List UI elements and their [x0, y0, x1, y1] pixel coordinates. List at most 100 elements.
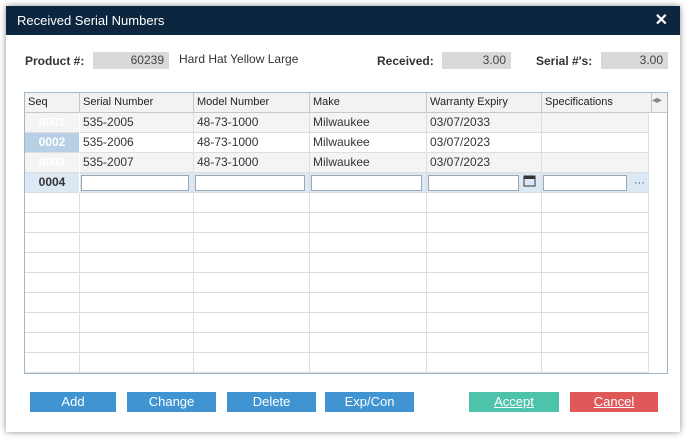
- empty-cell: [310, 333, 427, 353]
- new-warranty-cell: [427, 173, 542, 193]
- empty-cell: [80, 353, 194, 373]
- make-input[interactable]: [311, 175, 422, 191]
- empty-cell: [542, 193, 649, 213]
- empty-cell: [310, 233, 427, 253]
- empty-row: [25, 293, 649, 313]
- column-header-warranty-expiry[interactable]: Warranty Expiry: [427, 93, 542, 112]
- empty-cell: [25, 313, 80, 333]
- empty-row: [25, 353, 649, 373]
- column-resize-icon[interactable]: ◂▸: [652, 95, 662, 106]
- empty-row: [25, 273, 649, 293]
- warranty-expiry-cell[interactable]: 03/07/2023: [427, 133, 542, 153]
- empty-cell: [80, 273, 194, 293]
- serial-numbers-grid: Seq Serial Number Model Number Make Warr…: [24, 92, 668, 374]
- empty-cell: [427, 273, 542, 293]
- empty-cell: [427, 293, 542, 313]
- specifications-cell[interactable]: [542, 113, 649, 133]
- window-title: Received Serial Numbers: [17, 13, 165, 28]
- calendar-icon[interactable]: [523, 174, 536, 192]
- received-label: Received:: [377, 54, 434, 68]
- column-header-make[interactable]: Make: [310, 93, 427, 112]
- empty-cell: [194, 213, 310, 233]
- empty-cell: [542, 213, 649, 233]
- model-number-input[interactable]: [195, 175, 305, 191]
- make-cell[interactable]: Milwaukee: [310, 133, 427, 153]
- add-button[interactable]: Add: [30, 392, 116, 412]
- empty-row: [25, 193, 649, 213]
- new-make-cell: [310, 173, 427, 193]
- empty-cell: [25, 253, 80, 273]
- product-number-field: 60239: [93, 52, 169, 69]
- empty-cell: [194, 193, 310, 213]
- column-header-model-number[interactable]: Model Number: [194, 93, 310, 112]
- serials-label: Serial #'s:: [536, 54, 593, 68]
- empty-cell: [310, 193, 427, 213]
- warranty-expiry-cell[interactable]: 03/07/2023: [427, 153, 542, 173]
- empty-cell: [80, 233, 194, 253]
- empty-cell: [25, 333, 80, 353]
- table-row[interactable]: 0001 535-2005 48-73-1000 Milwaukee 03/07…: [25, 113, 649, 133]
- column-header-seq[interactable]: Seq: [25, 93, 80, 112]
- warranty-expiry-cell[interactable]: 03/07/2033: [427, 113, 542, 133]
- empty-cell: [427, 353, 542, 373]
- serials-count-field: 3.00: [601, 52, 668, 69]
- serial-number-cell[interactable]: 535-2007: [80, 153, 194, 173]
- empty-cell: [194, 273, 310, 293]
- empty-cell: [194, 293, 310, 313]
- empty-cell: [542, 333, 649, 353]
- grid-header: Seq Serial Number Model Number Make Warr…: [25, 93, 667, 113]
- empty-cell: [310, 293, 427, 313]
- empty-cell: [194, 313, 310, 333]
- empty-cell: [310, 353, 427, 373]
- empty-cell: [310, 273, 427, 293]
- empty-cell: [80, 333, 194, 353]
- serial-number-cell[interactable]: 535-2005: [80, 113, 194, 133]
- make-cell[interactable]: Milwaukee: [310, 153, 427, 173]
- column-header-specifications[interactable]: Specifications: [542, 93, 652, 112]
- accept-button[interactable]: Accept: [469, 392, 559, 412]
- specifications-input[interactable]: [543, 175, 627, 191]
- empty-row: [25, 333, 649, 353]
- exp-con-button[interactable]: Exp/Con: [325, 392, 414, 412]
- empty-cell: [25, 353, 80, 373]
- table-row[interactable]: 0003 535-2007 48-73-1000 Milwaukee 03/07…: [25, 153, 649, 173]
- new-entry-row[interactable]: 0004 ···: [25, 173, 649, 193]
- empty-cell: [310, 253, 427, 273]
- empty-cell: [427, 233, 542, 253]
- specifications-cell[interactable]: [542, 133, 649, 153]
- empty-cell: [25, 193, 80, 213]
- serial-number-input[interactable]: [81, 175, 189, 191]
- empty-cell: [310, 213, 427, 233]
- title-bar[interactable]: Received Serial Numbers ✕: [6, 6, 680, 35]
- warranty-expiry-input[interactable]: [428, 175, 519, 191]
- model-number-cell[interactable]: 48-73-1000: [194, 153, 310, 173]
- empty-cell: [427, 333, 542, 353]
- seq-cell: 0003: [25, 153, 80, 173]
- empty-cell: [542, 273, 649, 293]
- empty-cell: [427, 193, 542, 213]
- seq-cell: 0002: [25, 133, 80, 153]
- empty-cell: [427, 213, 542, 233]
- product-description: Hard Hat Yellow Large: [179, 52, 299, 66]
- change-button[interactable]: Change: [127, 392, 216, 412]
- make-cell[interactable]: Milwaukee: [310, 113, 427, 133]
- column-header-serial-number[interactable]: Serial Number: [80, 93, 194, 112]
- seq-cell: 0001: [25, 113, 80, 133]
- empty-row: [25, 213, 649, 233]
- table-row[interactable]: 0002 535-2006 48-73-1000 Milwaukee 03/07…: [25, 133, 649, 153]
- model-number-cell[interactable]: 48-73-1000: [194, 113, 310, 133]
- serial-number-cell[interactable]: 535-2006: [80, 133, 194, 153]
- delete-button[interactable]: Delete: [227, 392, 316, 412]
- close-icon[interactable]: ✕: [655, 10, 668, 30]
- empty-cell: [80, 293, 194, 313]
- ellipsis-icon[interactable]: ···: [634, 174, 645, 192]
- empty-cell: [25, 233, 80, 253]
- specifications-cell[interactable]: [542, 153, 649, 173]
- model-number-cell[interactable]: 48-73-1000: [194, 133, 310, 153]
- seq-cell: 0004: [25, 173, 80, 193]
- cancel-button[interactable]: Cancel: [570, 392, 658, 412]
- empty-cell: [542, 313, 649, 333]
- empty-cell: [427, 313, 542, 333]
- empty-cell: [542, 233, 649, 253]
- received-field: 3.00: [442, 52, 511, 69]
